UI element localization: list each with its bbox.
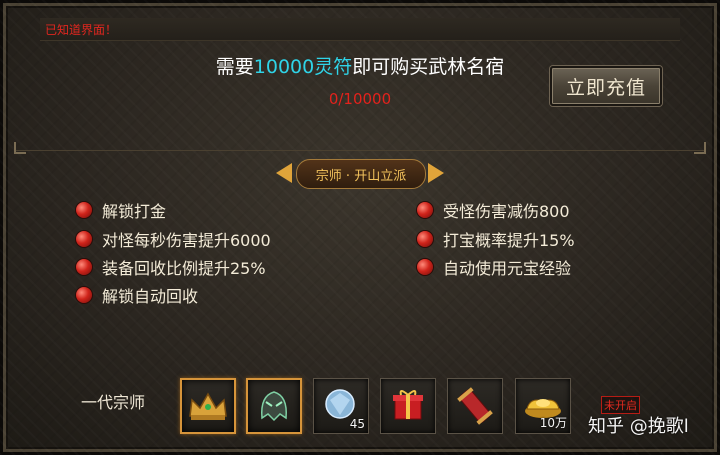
top-strip xyxy=(40,18,680,41)
reward-slot-gem[interactable]: 45 xyxy=(313,378,369,434)
need-prefix: 需要 xyxy=(215,56,254,78)
reward-slot-scroll[interactable] xyxy=(447,378,503,434)
need-currency: 灵符 xyxy=(314,56,353,78)
recharge-button[interactable]: 立即充值 xyxy=(550,66,662,106)
reward-slot-ingot[interactable]: 10万 xyxy=(515,378,571,434)
benefit-item: 打宝概率提升15% xyxy=(417,228,575,250)
red-orb-icon xyxy=(417,259,433,275)
need-suffix: 即可购买武林名宿 xyxy=(352,56,505,78)
red-orb-icon xyxy=(76,259,92,275)
benefit-item: 对怪每秒伤害提升6000 xyxy=(76,228,271,250)
item-count: 10万 xyxy=(539,416,567,430)
benefit-label: 打宝概率提升15% xyxy=(443,231,575,250)
benefit-label: 对怪每秒伤害提升6000 xyxy=(102,231,271,250)
benefit-label: 装备回收比例提升25% xyxy=(102,259,266,278)
item-count: 45 xyxy=(349,417,365,431)
red-orb-icon xyxy=(417,202,433,218)
golden-crown-icon xyxy=(189,392,227,420)
red-orb-icon xyxy=(76,202,92,218)
corner-ornament xyxy=(694,142,706,154)
benefit-label: 自动使用元宝经验 xyxy=(443,259,572,278)
need-amount: 10000 xyxy=(253,56,315,78)
arrow-right-icon xyxy=(428,163,444,183)
lineage-label: 一代宗师 xyxy=(81,393,146,412)
corner-ornament xyxy=(14,142,26,154)
reward-slot-helmet[interactable] xyxy=(246,378,302,434)
arrow-left-icon xyxy=(276,163,292,183)
watermark-text: 知乎 @挽歌l xyxy=(588,416,689,437)
red-orb-icon xyxy=(76,287,92,303)
red-scroll-icon xyxy=(457,387,493,425)
red-orb-icon xyxy=(76,231,92,247)
benefit-item: 解锁自动回收 xyxy=(76,284,198,306)
section-title: 宗师 · 开山立派 xyxy=(296,159,426,189)
red-gift-box-icon xyxy=(393,390,423,420)
top-notice: 已知道界面！ xyxy=(45,23,118,37)
reward-slot-crown[interactable] xyxy=(180,378,236,434)
benefit-label: 解锁打金 xyxy=(102,202,167,221)
red-orb-icon xyxy=(417,231,433,247)
reward-slot-gift[interactable] xyxy=(380,378,436,434)
benefit-label: 解锁自动回收 xyxy=(102,287,199,306)
benefit-item: 受怪伤害减伤800 xyxy=(417,199,570,221)
benefit-item: 解锁打金 xyxy=(76,199,166,221)
benefit-item: 装备回收比例提升25% xyxy=(76,256,266,278)
benefit-label: 受怪伤害减伤800 xyxy=(443,202,570,221)
benefit-item: 自动使用元宝经验 xyxy=(417,256,571,278)
green-helmet-icon xyxy=(261,391,287,422)
